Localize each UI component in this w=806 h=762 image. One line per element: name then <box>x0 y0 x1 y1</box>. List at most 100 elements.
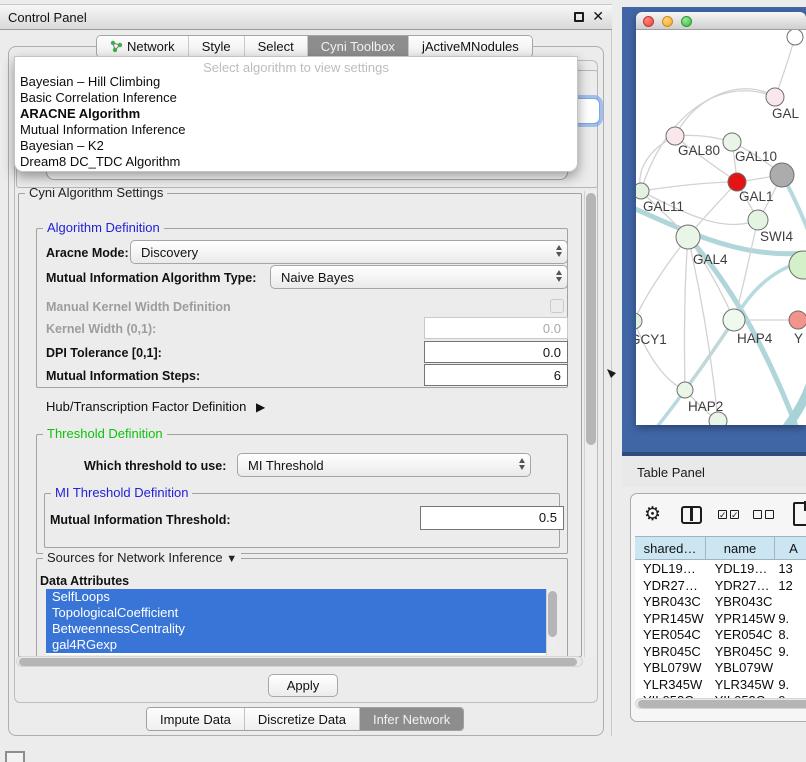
network-node[interactable] <box>770 163 794 187</box>
table-cell: 12 <box>776 577 806 594</box>
tab-select[interactable]: Select <box>245 36 308 57</box>
network-edge[interactable] <box>688 237 734 320</box>
table-cell: 13 <box>776 560 806 577</box>
minimized-panel-chip[interactable] <box>5 751 25 762</box>
mi-type-combobox[interactable]: Naive Bayes <box>270 265 568 289</box>
network-edge[interactable] <box>734 220 758 320</box>
network-edge[interactable] <box>641 182 737 191</box>
network-node[interactable] <box>723 309 745 331</box>
tab-impute-data[interactable]: Impute Data <box>147 708 245 730</box>
deselect-all-icon[interactable] <box>753 510 762 519</box>
network-view-window[interactable]: GALGAL80GAL10GAL1GAL11SWI4GAL4GCY1HAP4YH… <box>636 12 806 425</box>
tab-style-label: Style <box>202 39 231 54</box>
network-edge[interactable] <box>640 136 675 191</box>
table-panel: ⚙ ✓ ✓ shared…nameA YDL19…YDL19…13YDR27…Y… <box>630 493 806 722</box>
tab-network[interactable]: Network <box>97 36 189 57</box>
column-header[interactable]: A <box>775 537 806 559</box>
threshold-definition-legend: Threshold Definition <box>43 426 167 441</box>
mi-steps-label: Mutual Information Steps: <box>46 369 200 383</box>
network-node[interactable] <box>748 210 768 230</box>
tab-jactivemnodules[interactable]: jActiveMNodules <box>409 36 532 57</box>
network-node[interactable] <box>709 412 727 425</box>
mi-threshold-field[interactable]: 0.5 <box>420 506 564 530</box>
screen: Control Panel ✕ Network Style Select Cyn… <box>0 0 806 762</box>
network-edge[interactable] <box>684 237 688 390</box>
table-horizontal-scrollbar[interactable] <box>635 698 806 709</box>
table-cell: YPR145W <box>635 610 707 627</box>
dpi-tolerance-field[interactable]: 0.0 <box>424 341 568 363</box>
show-columns-icon[interactable] <box>681 506 702 524</box>
network-node[interactable] <box>677 382 693 398</box>
settings-horizontal-scrollbar[interactable] <box>16 656 583 667</box>
network-edge[interactable] <box>636 237 688 321</box>
table-row[interactable]: YBR043CYBR043C <box>635 593 806 610</box>
kernel-width-field[interactable]: 0.0 <box>424 317 568 339</box>
which-threshold-combobox[interactable]: MI Threshold <box>237 453 531 477</box>
select-all-icon-2[interactable]: ✓ <box>730 510 739 519</box>
sources-legend[interactable]: Sources for Network Inference ▼ <box>43 550 241 565</box>
algorithm-option[interactable]: Mutual Information Inference <box>15 122 577 138</box>
algorithm-option[interactable]: Basic Correlation Inference <box>15 90 577 106</box>
table-row[interactable]: YBL079WYBL079W <box>635 659 806 676</box>
aracne-mode-value: Discovery <box>141 245 198 260</box>
tab-cyni-toolbox-label: Cyni Toolbox <box>321 39 395 54</box>
control-panel-titlebar: Control Panel ✕ <box>0 4 612 30</box>
aracne-mode-combobox[interactable]: Discovery <box>130 240 568 264</box>
select-all-icon[interactable]: ✓ <box>718 510 727 519</box>
attribute-list-item[interactable]: gal4RGexp <box>46 637 546 653</box>
network-window-titlebar[interactable] <box>636 12 806 30</box>
network-edge[interactable] <box>641 91 775 191</box>
network-node[interactable] <box>789 311 806 329</box>
network-node[interactable] <box>676 225 700 249</box>
manual-kernel-checkbox[interactable] <box>550 299 564 313</box>
tab-discretize-data[interactable]: Discretize Data <box>245 708 360 730</box>
attribute-list-item[interactable]: SelfLoops <box>46 589 546 605</box>
algorithm-option[interactable]: Dream8 DC_TDC Algorithm <box>15 154 577 170</box>
table-row[interactable]: YBR045CYBR045C9. <box>635 643 806 660</box>
attribute-list-item[interactable]: TopologicalCoefficient <box>46 605 546 621</box>
apply-button[interactable]: Apply <box>268 674 338 697</box>
manual-kernel-label: Manual Kernel Width Definition <box>46 300 231 314</box>
mi-steps-field[interactable]: 6 <box>424 364 568 386</box>
hub-definition-toggle[interactable]: Hub/Transcription Factor Definition ▶ <box>46 399 265 414</box>
minimize-traffic-light-icon[interactable] <box>662 16 673 27</box>
close-traffic-light-icon[interactable] <box>643 16 654 27</box>
network-node[interactable] <box>787 30 803 45</box>
tab-style[interactable]: Style <box>189 36 245 57</box>
table-row[interactable]: YLR345WYLR345W9. <box>635 676 806 693</box>
network-canvas-container[interactable]: GALGAL80GAL10GAL1GAL11SWI4GAL4GCY1HAP4YH… <box>636 30 806 425</box>
table-row[interactable]: YPR145WYPR145W9. <box>635 610 806 627</box>
column-header[interactable]: shared… <box>635 537 706 559</box>
tab-infer-network[interactable]: Infer Network <box>360 708 463 730</box>
float-window-icon[interactable] <box>574 12 584 22</box>
network-node-label: GAL1 <box>739 189 774 204</box>
algorithm-option[interactable]: ARACNE Algorithm <box>15 106 577 122</box>
network-node-label: GAL11 <box>643 199 684 214</box>
network-node[interactable] <box>636 313 642 329</box>
kernel-width-label: Kernel Width (0,1): <box>46 322 156 336</box>
export-table-icon[interactable] <box>793 502 806 526</box>
deselect-all-icon-2[interactable] <box>765 510 774 519</box>
tab-cyni-toolbox[interactable]: Cyni Toolbox <box>308 36 409 57</box>
zoom-traffic-light-icon[interactable] <box>681 16 692 27</box>
network-node[interactable] <box>766 88 784 106</box>
table-row[interactable]: YDL19…YDL19…13 <box>635 560 806 577</box>
table-panel-titlebar: Table Panel <box>622 456 806 487</box>
table-cell: YDL19… <box>635 560 707 577</box>
table-row[interactable]: YER054CYER054C8. <box>635 626 806 643</box>
close-icon[interactable]: ✕ <box>592 8 604 25</box>
settings-vertical-scrollbar[interactable] <box>584 191 596 657</box>
column-header[interactable]: name <box>706 537 775 559</box>
table-row[interactable]: YDR27…YDR27…12 <box>635 577 806 594</box>
network-canvas[interactable]: GALGAL80GAL10GAL1GAL11SWI4GAL4GCY1HAP4YH… <box>636 30 806 425</box>
attribute-list-item[interactable]: BetweennessCentrality <box>46 621 546 637</box>
algorithm-option[interactable]: Bayesian – Hill Climbing <box>15 74 577 90</box>
cyni-bottom-tabs: Impute Data Discretize Data Infer Networ… <box>146 707 464 731</box>
attributes-scrollbar[interactable] <box>546 589 557 655</box>
network-node-label: GCY1 <box>636 332 667 347</box>
gear-icon[interactable]: ⚙ <box>644 503 661 526</box>
network-node[interactable] <box>636 183 649 199</box>
algorithm-option[interactable]: Bayesian – K2 <box>15 138 577 154</box>
network-icon <box>110 40 123 53</box>
control-panel-tabs: Network Style Select Cyni Toolbox jActiv… <box>96 35 533 58</box>
